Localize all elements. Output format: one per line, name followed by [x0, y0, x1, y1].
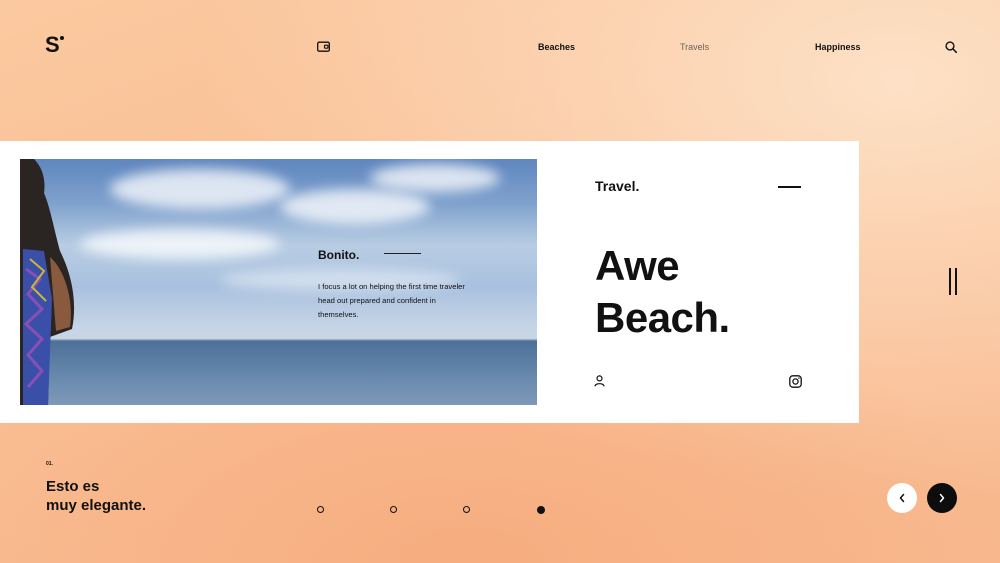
wallet-icon[interactable]: [317, 41, 330, 52]
slide-dot-3[interactable]: [463, 506, 470, 513]
slide-dot-4[interactable]: [537, 506, 545, 514]
tagline-line-1: Esto es: [46, 478, 100, 495]
feature-card: Bonito. I focus a lot on helping the fir…: [0, 141, 859, 423]
slide-dot-1[interactable]: [317, 506, 324, 513]
chevron-left-icon: [899, 493, 905, 503]
search-icon[interactable]: [945, 41, 957, 53]
user-icon[interactable]: [594, 375, 605, 387]
kicker-divider: [778, 186, 801, 188]
photo-title: Bonito.: [318, 248, 360, 262]
beach-photo: Bonito. I focus a lot on helping the fir…: [20, 159, 537, 405]
logo-dot: [59, 36, 64, 40]
nav-travels[interactable]: Travels: [680, 42, 709, 52]
person-silhouette: [20, 159, 75, 405]
nav-happiness[interactable]: Happiness: [815, 42, 861, 52]
prev-button[interactable]: [887, 483, 917, 513]
next-button[interactable]: [927, 483, 957, 513]
chevron-right-icon: [939, 493, 945, 503]
instagram-icon[interactable]: [789, 375, 802, 388]
slide-tagline: Esto es muy elegante.: [46, 477, 146, 515]
card-headline: Awe Beach.: [595, 240, 730, 344]
photo-divider: [384, 253, 421, 254]
headline-line-1: Awe: [595, 242, 680, 289]
slide-number: 01.: [46, 461, 53, 467]
pause-icon[interactable]: [949, 268, 957, 295]
slide-dot-2[interactable]: [390, 506, 397, 513]
photo-description: I focus a lot on helping the first time …: [318, 282, 465, 319]
headline-line-2: Beach.: [595, 294, 730, 341]
logo[interactable]: S: [45, 34, 64, 56]
nav-beaches[interactable]: Beaches: [538, 42, 575, 52]
card-kicker: Travel.: [595, 178, 640, 194]
tagline-line-2: muy elegante.: [46, 497, 147, 514]
